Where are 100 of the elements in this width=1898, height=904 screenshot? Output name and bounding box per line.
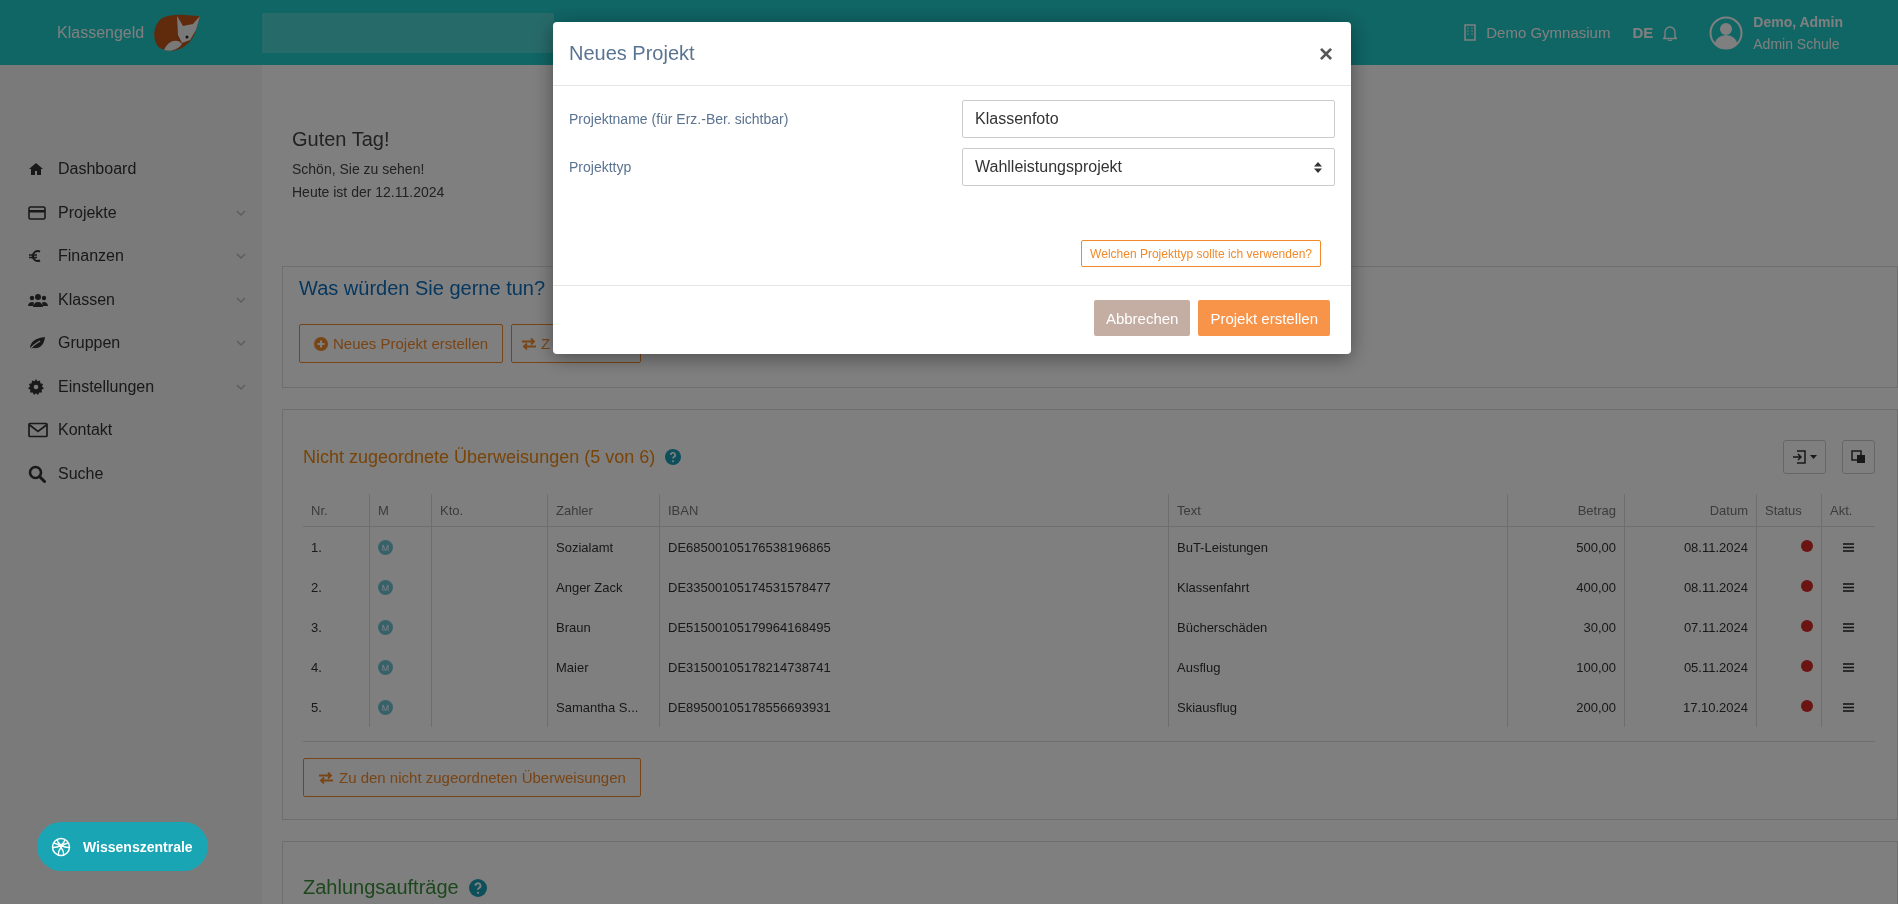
help-link-button[interactable]: Welchen Projekttyp sollte ich verwenden? xyxy=(1081,240,1321,267)
table-cell: DE68500105176538196865 xyxy=(659,526,1169,567)
menu-icon[interactable] xyxy=(1843,542,1854,552)
greeting-title: Guten Tag! xyxy=(292,128,391,151)
table-cell: 1. xyxy=(303,526,370,567)
table-cell: 17.10.2024 xyxy=(1624,687,1757,727)
column-header: IBAN xyxy=(659,494,1169,527)
user-name: Demo, Admin xyxy=(1753,13,1843,30)
menu-icon[interactable] xyxy=(1843,702,1854,712)
column-header: Kto. xyxy=(431,494,548,527)
menu-icon[interactable] xyxy=(1843,662,1854,672)
columns-button[interactable] xyxy=(1842,440,1875,474)
sort-arrows-icon xyxy=(1314,161,1322,173)
table-cell: Braun xyxy=(547,607,660,647)
table-cell: DE51500105179964168495 xyxy=(659,607,1169,647)
table-cell: 2. xyxy=(303,567,370,607)
sidebar-item[interactable]: Klassen xyxy=(0,281,262,318)
table-cell: Skiausflug xyxy=(1168,687,1508,727)
building-icon xyxy=(1464,24,1477,41)
search-field[interactable] xyxy=(262,12,554,53)
table-cell: DE89500105178556693931 xyxy=(659,687,1169,727)
chevron-down-icon xyxy=(236,296,246,303)
caret-icon xyxy=(1810,455,1817,459)
project-name-field[interactable]: Klassenfoto xyxy=(962,100,1335,138)
field-label: Projektname (für Erz.-Ber. sichtbar) xyxy=(569,111,790,127)
table-cell: 5. xyxy=(303,687,370,727)
column-header: Text xyxy=(1168,494,1508,527)
copy-icon xyxy=(1851,450,1866,464)
column-header: Akt. xyxy=(1821,494,1875,527)
exchange-icon xyxy=(318,771,334,784)
search-icon xyxy=(28,464,46,483)
sidebar-item[interactable]: Finanzen xyxy=(0,238,262,274)
sidebar-item[interactable]: Einstellungen xyxy=(0,368,262,405)
close-button[interactable]: × xyxy=(1317,39,1335,68)
table-cell: 500,00 xyxy=(1507,526,1625,567)
sidebar-item[interactable]: Suche xyxy=(0,455,262,492)
avatar-badge: M xyxy=(378,580,393,596)
column-header: Status xyxy=(1756,494,1822,527)
sidebar-item[interactable]: Kontakt xyxy=(0,412,262,448)
avatar-badge: M xyxy=(378,700,393,716)
avatar-badge: M xyxy=(378,620,393,636)
credit-card-icon xyxy=(28,205,46,220)
create-project-button[interactable]: Projekt erstellen xyxy=(1198,300,1330,336)
table-cell: DE33500105174531578477 xyxy=(659,567,1169,607)
column-header: Datum xyxy=(1624,494,1757,527)
card-title: Was würden Sie gerne tun? xyxy=(299,277,547,300)
status-dot xyxy=(1801,619,1813,632)
language-code: DE xyxy=(1632,24,1654,41)
table-cell: 08.11.2024 xyxy=(1624,526,1757,567)
table-cell: Sozialamt xyxy=(547,526,660,567)
table-cell: 4. xyxy=(303,647,370,687)
help-icon[interactable] xyxy=(468,878,487,897)
leaf-icon xyxy=(28,335,46,351)
chevron-down-icon xyxy=(236,340,246,346)
table-cell: Ausflug xyxy=(1168,647,1508,687)
user-role: Admin Schule xyxy=(1753,35,1841,52)
plus-circle-icon xyxy=(314,336,328,351)
greeting-text: Schön, Sie zu sehen! xyxy=(292,161,425,177)
envelope-icon xyxy=(28,422,48,438)
card-title: Nicht zugeordnete Überweisungen (5 von 6) xyxy=(303,446,656,468)
brand-name: Klassengeld xyxy=(57,23,145,42)
cancel-button[interactable]: Abbrechen xyxy=(1093,300,1191,336)
chevron-down-icon xyxy=(236,209,246,216)
dialog-title: Neues Projekt xyxy=(569,42,696,65)
sidebar-item[interactable]: Gruppen xyxy=(0,325,262,361)
table-cell: 05.11.2024 xyxy=(1624,647,1757,687)
help-center-button[interactable]: Wissenszentrale xyxy=(37,822,208,871)
status-dot xyxy=(1801,699,1813,712)
project-type-select[interactable]: Wahlleistungsprojekt xyxy=(962,148,1335,186)
status-dot xyxy=(1801,579,1813,592)
export-button[interactable] xyxy=(1783,440,1826,474)
export-icon xyxy=(1792,450,1806,464)
table-cell: Bücherschäden xyxy=(1168,607,1508,647)
euro-icon xyxy=(28,248,42,264)
table-cell: Klassenfahrt xyxy=(1168,567,1508,607)
sidebar-item[interactable]: Dashboard xyxy=(0,151,262,187)
column-header: M xyxy=(369,494,432,527)
chevron-down-icon xyxy=(236,383,246,390)
menu-icon[interactable] xyxy=(1843,582,1854,592)
table-cell: DE31500105178214738741 xyxy=(659,647,1169,687)
help-icon[interactable] xyxy=(665,449,682,465)
status-dot xyxy=(1801,539,1813,552)
column-header: Nr. xyxy=(303,494,370,527)
chevron-down-icon xyxy=(236,253,246,259)
avatar-badge: M xyxy=(378,660,393,676)
table-cell: 3. xyxy=(303,607,370,647)
column-header: Zahler xyxy=(547,494,660,527)
table-cell: Samantha S... xyxy=(547,687,660,727)
card-title: Zahlungsaufträge xyxy=(303,876,459,899)
table-cell: 07.11.2024 xyxy=(1624,607,1757,647)
table-cell: 30,00 xyxy=(1507,607,1625,647)
table-cell: Anger Zack xyxy=(547,567,660,607)
globe-icon xyxy=(51,836,71,857)
menu-icon[interactable] xyxy=(1843,622,1854,632)
exchange-icon xyxy=(521,337,538,350)
avatar-badge: M xyxy=(378,540,393,556)
sidebar-item[interactable]: Projekte xyxy=(0,194,262,231)
table-cell: 400,00 xyxy=(1507,567,1625,607)
table-cell: 100,00 xyxy=(1507,647,1625,687)
table-cell: BuT-Leistungen xyxy=(1168,526,1508,567)
